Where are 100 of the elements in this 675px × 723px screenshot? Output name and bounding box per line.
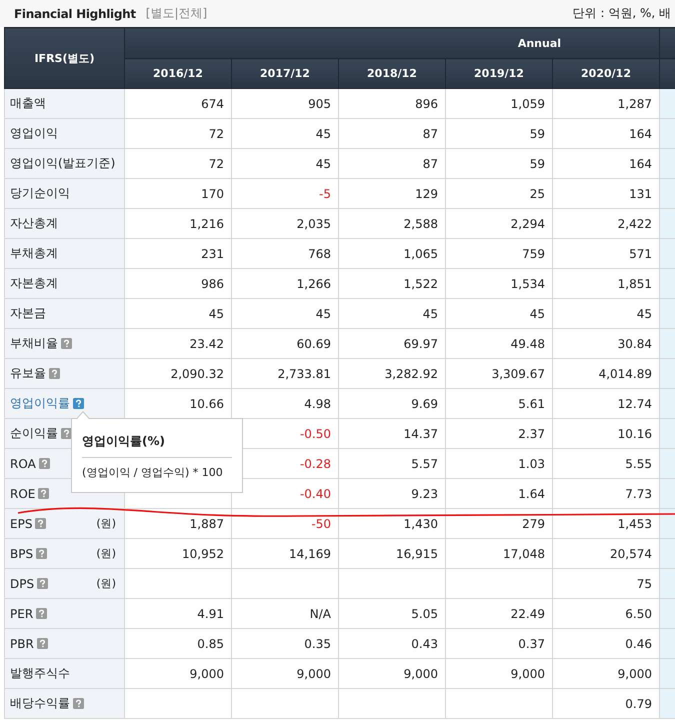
- table-cell: 0.79: [625, 696, 652, 710]
- table-cell: 0.43: [411, 636, 438, 650]
- table-cell: 69.97: [404, 336, 438, 350]
- table-cell: 231: [201, 246, 224, 260]
- table-cell: 3,282.92: [384, 366, 438, 380]
- unit-label: (원): [96, 516, 116, 531]
- header-cell: 2018/12: [338, 58, 446, 88]
- row-label[interactable]: EPS: [10, 516, 32, 530]
- table-cell: 45: [422, 306, 438, 320]
- unit-note: 단위 : 억원, %, 배: [572, 5, 671, 22]
- table-cell: N/A: [310, 606, 331, 620]
- row-label[interactable]: DPS: [10, 576, 34, 590]
- help-icon[interactable]: [36, 608, 48, 619]
- table-cell: 75: [636, 576, 652, 590]
- table-cell: -0.50: [300, 426, 331, 440]
- row-label: 당기순이익: [10, 185, 70, 202]
- section-title: Financial Highlight: [14, 6, 136, 20]
- table-cell: 14,169: [289, 546, 331, 560]
- table-cell: 72: [208, 156, 224, 170]
- table-cell: 6.50: [625, 606, 652, 620]
- table-cell: 5.05: [411, 606, 438, 620]
- table-cell: 131: [629, 186, 652, 200]
- unit-label: (원): [96, 576, 116, 591]
- header-cell: Annual: [124, 28, 660, 58]
- table-cell: 45: [316, 306, 331, 320]
- help-icon[interactable]: [38, 458, 50, 469]
- unit-label: (원): [96, 546, 116, 561]
- table-cell: 9.23: [411, 486, 438, 500]
- table-cell: 9,000: [510, 666, 545, 680]
- row-label[interactable]: PBR: [10, 636, 34, 650]
- table-cell: 30.84: [618, 336, 652, 350]
- table-cell: 10.16: [618, 426, 652, 440]
- help-icon[interactable]: [36, 638, 48, 649]
- row-label: 영업이익(발표기준): [10, 155, 116, 172]
- help-icon[interactable]: [38, 488, 50, 499]
- table-cell: 1,453: [618, 516, 652, 530]
- table-cell: -0.40: [300, 486, 331, 500]
- tooltip-title: 영업이익률(%): [82, 427, 232, 458]
- table-cell: 2,035: [296, 216, 331, 230]
- help-icon[interactable]: [49, 368, 60, 379]
- table-cell: 0.35: [304, 636, 331, 650]
- table-cell: 1,851: [618, 276, 652, 290]
- table-cell: -5: [319, 186, 331, 200]
- table-cell: 45: [316, 126, 331, 140]
- row-label: 영업이익: [10, 125, 58, 142]
- table-cell: 674: [201, 96, 224, 110]
- row-label: 매출액: [10, 95, 46, 112]
- help-icon[interactable]: [61, 428, 72, 439]
- table-cell: 49.48: [510, 336, 545, 350]
- table-cell: 768: [308, 246, 331, 260]
- table-cell: 17,048: [503, 546, 545, 560]
- table-cell: 9.69: [411, 396, 438, 410]
- table-cell: 164: [629, 126, 652, 140]
- help-icon[interactable]: [36, 548, 48, 559]
- table-cell: 986: [201, 276, 224, 290]
- table-cell: 5.61: [518, 396, 545, 410]
- table-cell: 1,216: [190, 216, 224, 230]
- table-cell: 9,000: [618, 666, 652, 680]
- help-icon[interactable]: [35, 518, 46, 529]
- table-cell: 20,574: [610, 546, 652, 560]
- table-cell: 87: [422, 126, 438, 140]
- table-cell: -50: [311, 516, 331, 530]
- table-cell: 0.85: [197, 636, 224, 650]
- table-cell: 1,059: [510, 96, 545, 110]
- row-label[interactable]: ROA: [10, 456, 36, 470]
- table-cell: 1,887: [190, 516, 224, 530]
- table-cell: 9,000: [404, 666, 438, 680]
- help-icon[interactable]: [37, 578, 48, 589]
- row-label[interactable]: PER: [10, 606, 34, 620]
- table-cell: 1,522: [404, 276, 438, 290]
- table-cell: 0.46: [625, 636, 652, 650]
- table-cell: 0.37: [518, 636, 545, 650]
- table-cell: 1,065: [404, 246, 438, 260]
- table-cell: 2,090.32: [170, 366, 224, 380]
- table-cell: 1,430: [404, 516, 438, 530]
- table-cell: 759: [522, 246, 545, 260]
- row-label: 발행주식수: [10, 665, 70, 682]
- table-cell: 25: [530, 186, 545, 200]
- table-cell: 905: [308, 96, 331, 110]
- help-icon[interactable]: [61, 338, 72, 349]
- table-cell: 12.74: [618, 396, 652, 410]
- header-cell: 2019/12: [446, 58, 552, 88]
- table-cell: 279: [522, 516, 545, 530]
- table-cell: 7.73: [625, 486, 652, 500]
- row-label[interactable]: 유보율: [10, 365, 46, 382]
- help-icon[interactable]: [73, 698, 84, 709]
- help-icon[interactable]: [73, 398, 84, 409]
- table-cell: 59: [530, 156, 545, 170]
- table-cell: 72: [208, 126, 224, 140]
- table-cell: 896: [415, 96, 438, 110]
- table-cell: 59: [530, 126, 545, 140]
- table-cell: 129: [415, 186, 438, 200]
- table-cell: 5.55: [625, 456, 652, 470]
- row-label[interactable]: BPS: [10, 546, 34, 560]
- header-cell: IFRS(별도): [4, 28, 124, 88]
- table-cell: 1,534: [510, 276, 545, 290]
- table-cell: 45: [316, 156, 331, 170]
- row-label[interactable]: ROE: [10, 486, 36, 500]
- table-cell: 164: [629, 156, 652, 170]
- header-cell: 2016/12: [124, 58, 232, 88]
